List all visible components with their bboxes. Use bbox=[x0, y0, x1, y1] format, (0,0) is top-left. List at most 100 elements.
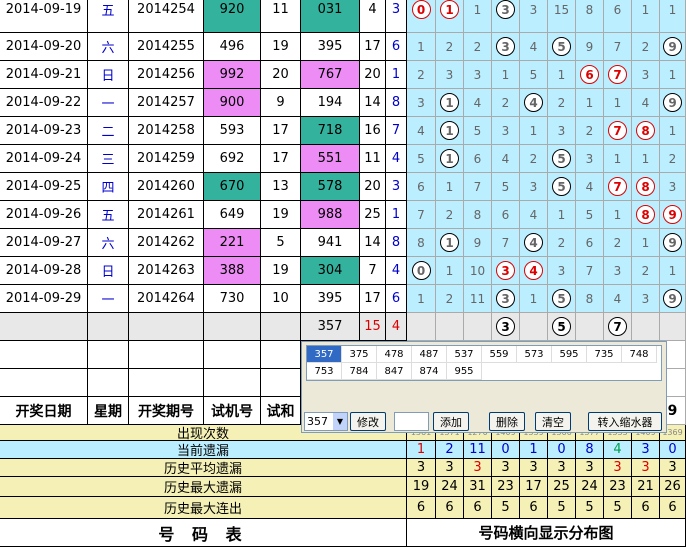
panel-number[interactable]: 595 bbox=[552, 346, 587, 363]
panel-number[interactable]: 748 bbox=[622, 346, 657, 363]
dist-cell: 1 bbox=[660, 257, 686, 285]
transfer-button[interactable]: 转入缩水器 bbox=[588, 412, 662, 431]
week-cell: 六 bbox=[88, 229, 129, 257]
dist-cell: 9 bbox=[660, 285, 686, 313]
date-cell: 2014-09-26 bbox=[0, 201, 88, 229]
span-cell: 6 bbox=[386, 285, 407, 313]
week-cell: 五 bbox=[88, 0, 129, 33]
pending-span-cell: 4 bbox=[386, 313, 407, 341]
span-cell: 7 bbox=[386, 117, 407, 145]
dist-cell: 1 bbox=[660, 0, 686, 33]
dist-cell: 1 bbox=[464, 0, 492, 33]
dist-cell: 3 bbox=[492, 33, 520, 61]
panel-number[interactable]: 487 bbox=[412, 346, 447, 363]
dist-cell: 4 bbox=[576, 173, 604, 201]
sum-cell: 14 bbox=[360, 229, 386, 257]
panel-number[interactable]: 375 bbox=[342, 346, 377, 363]
panel-number[interactable]: 478 bbox=[377, 346, 412, 363]
header-cell: 开奖日期 bbox=[0, 397, 88, 425]
number-input[interactable] bbox=[394, 412, 429, 431]
delete-button[interactable]: 删除 bbox=[489, 412, 525, 431]
number-panel: 357 375 478 487 537 559 573 595 735 748 753 784 847 8… bbox=[301, 341, 667, 433]
date-cell: 2014-09-21 bbox=[0, 61, 88, 89]
footer-left: 号 码 表 bbox=[0, 519, 407, 547]
trial-sum-cell: 19 bbox=[261, 257, 301, 285]
blank-cell bbox=[261, 341, 301, 369]
stat-value: 4 bbox=[604, 441, 632, 459]
dist-cell: 1 bbox=[604, 201, 632, 229]
dist-cell: 7 bbox=[604, 173, 632, 201]
week-cell: 四 bbox=[88, 173, 129, 201]
hit-ball: 8 bbox=[636, 205, 655, 224]
week-cell: 二 bbox=[88, 117, 129, 145]
trial-cell: 649 bbox=[204, 201, 261, 229]
blank-cell bbox=[88, 369, 129, 397]
dist-cell: 3 bbox=[436, 61, 464, 89]
blank-cell bbox=[204, 369, 261, 397]
number-select[interactable]: 357 ▼ bbox=[304, 412, 348, 431]
pending-dist-cell bbox=[520, 313, 548, 341]
stat-value: 31 bbox=[464, 477, 492, 497]
panel-number[interactable]: 753 bbox=[307, 363, 342, 380]
week-cell: 三 bbox=[88, 145, 129, 173]
trial-cell: 593 bbox=[204, 117, 261, 145]
panel-number[interactable]: 357 bbox=[307, 346, 342, 363]
dist-cell: 1 bbox=[548, 201, 576, 229]
stat-value: 24 bbox=[436, 477, 464, 497]
header-cell: 试机号 bbox=[204, 397, 261, 425]
panel-number[interactable]: 784 bbox=[342, 363, 377, 380]
number-list[interactable]: 357 375 478 487 537 559 573 595 735 748 753 784 847 8… bbox=[306, 345, 662, 381]
stat-label: 当前遗漏 bbox=[0, 441, 407, 459]
hit-ball: 3 bbox=[496, 289, 515, 308]
clear-button[interactable]: 清空 bbox=[535, 412, 571, 431]
header-cell: 星期 bbox=[88, 397, 129, 425]
dist-cell: 2 bbox=[632, 257, 660, 285]
issue-cell: 2014258 bbox=[129, 117, 204, 145]
stat-value: 6 bbox=[407, 497, 436, 519]
stat-value: 3 bbox=[520, 459, 548, 477]
dist-cell: 4 bbox=[520, 201, 548, 229]
modify-button[interactable]: 修改 bbox=[350, 412, 386, 431]
hit-ball: 5 bbox=[552, 149, 571, 168]
panel-number[interactable]: 537 bbox=[447, 346, 482, 363]
dist-cell: 1 bbox=[604, 145, 632, 173]
hit-ball: 1 bbox=[440, 93, 459, 112]
panel-number[interactable]: 559 bbox=[482, 346, 517, 363]
stat-value: 11 bbox=[464, 441, 492, 459]
add-button[interactable]: 添加 bbox=[433, 412, 469, 431]
stat-label: 历史最大遗漏 bbox=[0, 477, 407, 497]
stat-value: 23 bbox=[492, 477, 520, 497]
panel-number[interactable]: 874 bbox=[412, 363, 447, 380]
chevron-down-icon[interactable]: ▼ bbox=[333, 413, 347, 430]
stat-value: 0 bbox=[492, 441, 520, 459]
dist-cell: 9 bbox=[576, 33, 604, 61]
trial-cell: 221 bbox=[204, 229, 261, 257]
dist-cell: 8 bbox=[576, 285, 604, 313]
stat-value: 0 bbox=[660, 441, 686, 459]
hit-ball: 8 bbox=[636, 121, 655, 140]
stat-value: 21 bbox=[632, 477, 660, 497]
trial-cell: 496 bbox=[204, 33, 261, 61]
panel-number[interactable]: 955 bbox=[447, 363, 482, 380]
dist-cell: 5 bbox=[548, 285, 576, 313]
panel-number[interactable]: 573 bbox=[517, 346, 552, 363]
trial-cell: 920 bbox=[204, 0, 261, 33]
dist-cell: 7 bbox=[576, 257, 604, 285]
stat-value: 6 bbox=[520, 497, 548, 519]
panel-number[interactable]: 735 bbox=[587, 346, 622, 363]
stat-value: 3 bbox=[576, 459, 604, 477]
hit-ball: 6 bbox=[580, 65, 599, 84]
dist-cell: 3 bbox=[660, 173, 686, 201]
pending-dist-cell bbox=[436, 313, 464, 341]
trial-sum-cell: 9 bbox=[261, 89, 301, 117]
stat-value: 6 bbox=[464, 497, 492, 519]
dist-cell: 1 bbox=[632, 229, 660, 257]
pending-dist-cell: 3 bbox=[492, 313, 520, 341]
stat-value: 3 bbox=[660, 459, 686, 477]
panel-number[interactable]: 847 bbox=[377, 363, 412, 380]
hit-ball: 1 bbox=[440, 149, 459, 168]
pending-dist-cell bbox=[407, 313, 436, 341]
dist-cell: 5 bbox=[492, 173, 520, 201]
dist-cell: 5 bbox=[548, 33, 576, 61]
dist-cell: 7 bbox=[604, 33, 632, 61]
